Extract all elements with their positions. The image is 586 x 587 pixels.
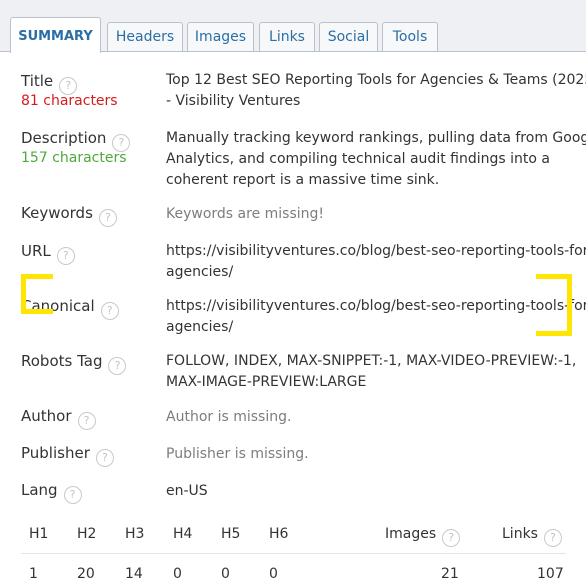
stat-value-h5: 0 bbox=[221, 566, 230, 582]
stat-header-h4: H4 bbox=[173, 526, 193, 542]
field-label: Lang bbox=[21, 481, 58, 499]
help-icon[interactable]: ? bbox=[442, 529, 461, 547]
author-value: Author is missing. bbox=[166, 409, 292, 425]
stat-header-h6: H6 bbox=[269, 526, 289, 542]
help-icon[interactable]: ? bbox=[56, 247, 75, 265]
stat-header-h2: H2 bbox=[77, 526, 97, 542]
stat-header-h3: H3 bbox=[125, 526, 145, 542]
stats-divider bbox=[21, 553, 566, 554]
url-value: https://visibilityventures.co/blog/best-… bbox=[166, 243, 586, 280]
tab-links[interactable]: Links bbox=[259, 22, 315, 51]
publisher-value: Publisher is missing. bbox=[166, 446, 309, 462]
field-label: Author bbox=[21, 407, 72, 425]
stat-value-h1: 1 bbox=[29, 566, 38, 582]
stat-value-images: 21 bbox=[441, 566, 459, 582]
lang-value: en-US bbox=[166, 483, 208, 499]
title-value: Top 12 Best SEO Reporting Tools for Agen… bbox=[166, 72, 586, 109]
stats-value-row: 1 20 14 0 0 0 21 107 bbox=[21, 566, 566, 586]
help-icon[interactable]: ? bbox=[77, 412, 96, 430]
help-icon[interactable]: ? bbox=[100, 302, 119, 320]
highlight-bracket-left bbox=[21, 274, 53, 314]
tab-social[interactable]: Social bbox=[319, 22, 378, 51]
field-label: Robots Tag bbox=[21, 352, 103, 370]
help-icon[interactable]: ? bbox=[98, 209, 117, 227]
help-icon[interactable]: ? bbox=[63, 486, 82, 504]
tab-tools[interactable]: Tools bbox=[382, 22, 438, 51]
description-value: Manually tracking keyword rankings, pull… bbox=[166, 130, 586, 188]
tab-bar: SUMMARY Headers Images Links Social Tool… bbox=[10, 17, 586, 53]
field-label: Keywords bbox=[21, 204, 93, 222]
canonical-value: https://visibilityventures.co/blog/best-… bbox=[166, 298, 586, 335]
stat-value-h6: 0 bbox=[269, 566, 278, 582]
stat-value-links: 107 bbox=[537, 566, 564, 582]
stat-value-h3: 14 bbox=[125, 566, 143, 582]
stat-value-h4: 0 bbox=[173, 566, 182, 582]
stats-header-row: H1 H2 H3 H4 H5 H6 Images? Links? bbox=[21, 526, 566, 547]
stat-value-h2: 20 bbox=[77, 566, 95, 582]
stat-header-images: Images? bbox=[385, 526, 461, 547]
tab-images[interactable]: Images bbox=[187, 22, 254, 51]
robots-value: FOLLOW, INDEX, MAX-SNIPPET:-1, MAX-VIDEO… bbox=[166, 353, 577, 390]
field-label: Publisher bbox=[21, 444, 90, 462]
tab-headers[interactable]: Headers bbox=[107, 22, 183, 51]
help-icon[interactable]: ? bbox=[543, 529, 562, 547]
char-count: 157 characters bbox=[21, 150, 127, 166]
stat-header-h5: H5 bbox=[221, 526, 241, 542]
stat-header-links: Links? bbox=[502, 526, 562, 547]
help-icon[interactable]: ? bbox=[108, 357, 127, 375]
field-label: Title bbox=[21, 72, 54, 90]
field-label: URL bbox=[21, 242, 51, 260]
help-icon[interactable]: ? bbox=[95, 449, 114, 467]
tab-summary[interactable]: SUMMARY bbox=[10, 17, 101, 53]
field-label: Description bbox=[21, 129, 107, 147]
highlight-bracket-right bbox=[536, 274, 572, 336]
char-count: 81 characters bbox=[21, 93, 118, 109]
keywords-value: Keywords are missing! bbox=[166, 206, 325, 222]
stat-header-h1: H1 bbox=[29, 526, 49, 542]
